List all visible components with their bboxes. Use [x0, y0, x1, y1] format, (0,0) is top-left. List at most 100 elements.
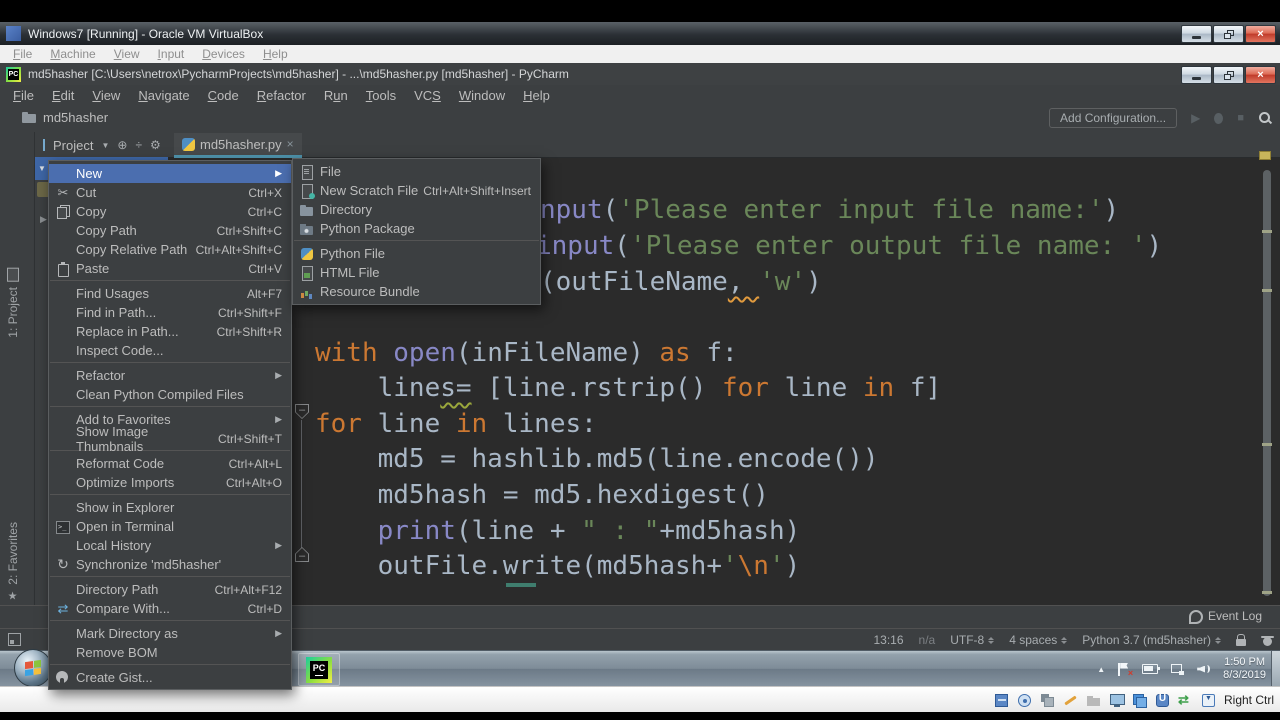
- menu-item-copy[interactable]: Copy Ctrl+C: [49, 202, 291, 221]
- menu-item-copy-relative-path[interactable]: Copy Relative Path Ctrl+Alt+Shift+C: [49, 240, 291, 259]
- tree-chevron-icon[interactable]: ▶: [40, 214, 47, 225]
- encoding-indicator[interactable]: UTF-8: [950, 633, 995, 647]
- submenu-item-new-scratch-file[interactable]: New Scratch File Ctrl+Alt+Shift+Insert: [293, 181, 540, 200]
- sidebar-item-2-favorites[interactable]: ★ 2: Favorites: [6, 522, 20, 603]
- menu-item-replace-in-path[interactable]: Replace in Path... Ctrl+Shift+R: [49, 322, 291, 341]
- event-log-button[interactable]: Event Log: [1188, 609, 1262, 624]
- tray-expand-icon[interactable]: ▲: [1097, 665, 1105, 674]
- menu-item-paste[interactable]: Paste Ctrl+V: [49, 259, 291, 278]
- menu-item-find-in-path[interactable]: Find in Path... Ctrl+Shift+F: [49, 303, 291, 322]
- menu-item-local-history[interactable]: Local History ▶: [49, 536, 291, 555]
- menu-run[interactable]: Run: [315, 88, 357, 103]
- pycharm-minimize-button[interactable]: [1181, 66, 1212, 84]
- menu-item-copy-path[interactable]: Copy Path Ctrl+Shift+C: [49, 221, 291, 240]
- menu-item-directory-path[interactable]: Directory Path Ctrl+Alt+F12: [49, 580, 291, 599]
- pycharm-restore-button[interactable]: [1213, 66, 1244, 84]
- vbox-menu-input[interactable]: Input: [149, 47, 194, 61]
- menu-item-new[interactable]: New ▶: [49, 164, 291, 183]
- menu-item-refactor[interactable]: Refactor ▶: [49, 366, 291, 385]
- pycharm-close-button[interactable]: ×: [1245, 66, 1276, 84]
- submenu-item-html-file[interactable]: HTML File: [293, 263, 540, 282]
- interpreter-indicator[interactable]: Python 3.7 (md5hasher): [1082, 633, 1221, 647]
- menu-item-cut[interactable]: Cut Ctrl+X: [49, 183, 291, 202]
- vbox-close-button[interactable]: ×: [1245, 25, 1276, 43]
- line-separator-indicator[interactable]: n/a: [919, 633, 936, 647]
- menu-navigate[interactable]: Navigate: [129, 88, 198, 103]
- menu-item-compare-with[interactable]: Compare With... Ctrl+D: [49, 599, 291, 618]
- submenu-item-directory[interactable]: Directory: [293, 200, 540, 219]
- vbox-menu-devices[interactable]: Devices: [193, 47, 254, 61]
- project-panel-header[interactable]: Project ▼ ⊕ ÷ ⚙ —: [35, 132, 181, 158]
- search-everywhere-icon[interactable]: [1258, 111, 1272, 125]
- vbox-restore-button[interactable]: [1213, 25, 1244, 43]
- display-icon[interactable]: [1108, 692, 1125, 709]
- menu-item-create-gist[interactable]: Create Gist...: [49, 668, 291, 687]
- tree-expand-arrow-icon[interactable]: ▼: [38, 164, 46, 173]
- add-configuration-button[interactable]: Add Configuration...: [1049, 108, 1178, 128]
- menu-item-clean-python-compiled-files[interactable]: Clean Python Compiled Files: [49, 385, 291, 404]
- seamless-windows-icon[interactable]: [1131, 692, 1148, 709]
- submenu-item-python-package[interactable]: Python Package: [293, 219, 540, 238]
- network-tray-icon[interactable]: [1171, 663, 1185, 675]
- submenu-item-file[interactable]: File: [293, 162, 540, 181]
- menu-window[interactable]: Window: [450, 88, 514, 103]
- shared-clipboard-icon[interactable]: [1177, 692, 1194, 709]
- menu-item-inspect-code[interactable]: Inspect Code...: [49, 341, 291, 360]
- caret-position[interactable]: 13:16: [874, 633, 904, 647]
- sidebar-item-1-project[interactable]: 1: Project: [6, 268, 20, 338]
- status-menu-arrow-icon[interactable]: [1200, 692, 1217, 709]
- stop-icon[interactable]: ■: [1237, 112, 1244, 124]
- debug-icon[interactable]: [1214, 112, 1224, 124]
- vbox-menu-view[interactable]: View: [105, 47, 149, 61]
- pen-icon[interactable]: [1062, 692, 1079, 709]
- hector-inspections-icon[interactable]: [1261, 634, 1274, 647]
- menu-view[interactable]: View: [83, 88, 129, 103]
- menu-item-remove-bom[interactable]: Remove BOM: [49, 643, 291, 662]
- show-desktop-button[interactable]: [1271, 651, 1280, 687]
- tab-close-icon[interactable]: ×: [287, 137, 294, 151]
- run-icon[interactable]: ▶: [1191, 111, 1200, 125]
- collapse-all-icon[interactable]: ÷: [135, 138, 142, 152]
- vbox-menu-machine[interactable]: Machine: [41, 47, 104, 61]
- start-button[interactable]: [14, 649, 52, 687]
- menu-item-optimize-imports[interactable]: Optimize Imports Ctrl+Alt+O: [49, 473, 291, 492]
- breadcrumb[interactable]: md5hasher: [22, 110, 108, 125]
- locate-icon[interactable]: ⊕: [117, 138, 127, 152]
- submenu-item-resource-bundle[interactable]: Resource Bundle: [293, 282, 540, 301]
- menu-item-synchronize-md5hasher[interactable]: Synchronize 'md5hasher': [49, 555, 291, 574]
- submenu-item-python-file[interactable]: Python File: [293, 244, 540, 263]
- taskbar-pycharm-button[interactable]: PC: [298, 653, 340, 686]
- menu-code[interactable]: Code: [199, 88, 248, 103]
- optical-disk-icon[interactable]: [1016, 692, 1033, 709]
- network-adapters-icon[interactable]: [1039, 692, 1056, 709]
- vbox-menu-file[interactable]: File: [4, 47, 41, 61]
- menu-item-reformat-code[interactable]: Reformat Code Ctrl+Alt+L: [49, 454, 291, 473]
- battery-icon[interactable]: [1142, 664, 1161, 674]
- menu-item-show-image-thumbnails[interactable]: Show Image Thumbnails Ctrl+Shift+T: [49, 424, 291, 454]
- indent-indicator[interactable]: 4 spaces: [1009, 633, 1068, 647]
- volume-icon[interactable]: [1197, 664, 1211, 675]
- menu-edit[interactable]: Edit: [43, 88, 83, 103]
- code-analysis-indicator[interactable]: [1259, 151, 1271, 160]
- menu-file[interactable]: File: [4, 88, 43, 103]
- menu-refactor[interactable]: Refactor: [248, 88, 315, 103]
- usb-icon[interactable]: [1154, 692, 1171, 709]
- lock-icon[interactable]: [1236, 634, 1246, 646]
- menu-vcs[interactable]: VCS: [405, 88, 450, 103]
- chevron-down-icon[interactable]: ▼: [101, 141, 109, 150]
- menu-item-show-in-explorer[interactable]: Show in Explorer: [49, 498, 291, 517]
- toolwindow-switcher-icon[interactable]: [8, 633, 21, 646]
- gear-icon[interactable]: ⚙: [150, 138, 161, 152]
- taskbar-clock[interactable]: 1:50 PM 8/3/2019: [1223, 656, 1266, 682]
- action-center-flag-icon[interactable]: ×: [1118, 662, 1133, 678]
- vbox-menu-help[interactable]: Help: [254, 47, 297, 61]
- vbox-minimize-button[interactable]: [1181, 25, 1212, 43]
- hdd-icon[interactable]: [993, 692, 1010, 709]
- editor-scrollbar[interactable]: [1263, 170, 1271, 596]
- tab-md5hasher[interactable]: md5hasher.py ×: [174, 133, 302, 158]
- menu-item-mark-directory-as[interactable]: Mark Directory as ▶: [49, 624, 291, 643]
- menu-item-find-usages[interactable]: Find Usages Alt+F7: [49, 284, 291, 303]
- menu-item-open-in-terminal[interactable]: Open in Terminal: [49, 517, 291, 536]
- shared-folders-icon[interactable]: [1085, 692, 1102, 709]
- menu-help[interactable]: Help: [514, 88, 559, 103]
